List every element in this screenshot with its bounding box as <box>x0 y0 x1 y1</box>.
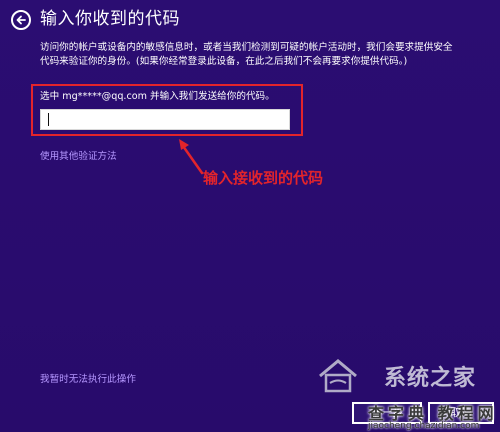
back-arrow-icon <box>16 15 26 25</box>
description-text: 访问你的帐户或设备内的敏感信息时，或者当我们检测到可疑的帐户活动时，我们会要求提… <box>40 41 488 69</box>
next-button[interactable]: 下一步 <box>352 402 422 424</box>
description-line-2: 代码来验证你的身份。(如果你经常登录此设备，在此之后我们不会再要求你提供代码。) <box>40 56 408 67</box>
back-button[interactable] <box>11 10 31 30</box>
account-verification-screen: 输入你收到的代码 访问你的帐户或设备内的敏感信息时，或者当我们检测到可疑的帐户活… <box>0 0 500 432</box>
house-logo-icon <box>319 359 357 393</box>
page-title: 输入你收到的代码 <box>40 9 180 29</box>
description-line-1: 访问你的帐户或设备内的敏感信息时，或者当我们检测到可疑的帐户活动时，我们会要求提… <box>40 42 453 53</box>
annotation-label: 输入接收到的代码 <box>203 169 324 187</box>
text-caret <box>48 113 49 126</box>
cancel-button[interactable]: 取消 <box>428 402 494 424</box>
code-prompt: 选中 mg*****@qq.com 并输入我们发送给你的代码。 <box>40 91 275 102</box>
watermark-brand: 系统之家 <box>384 365 477 391</box>
other-verification-method-link[interactable]: 使用其他验证方法 <box>40 150 117 163</box>
cannot-do-now-link[interactable]: 我暂时无法执行此操作 <box>40 373 136 386</box>
security-code-input[interactable] <box>40 109 290 130</box>
